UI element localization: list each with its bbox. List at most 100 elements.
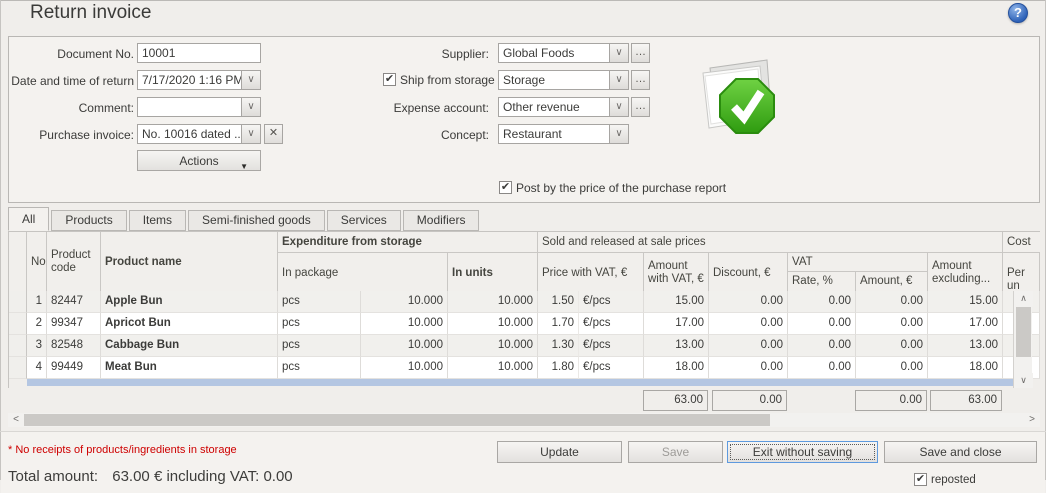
cell-amount-excluding[interactable]: 15.00 xyxy=(928,291,1003,313)
cell-code[interactable]: 82548 xyxy=(47,335,101,357)
scroll-up-icon[interactable]: ∧ xyxy=(1014,291,1033,306)
cell-amount-with-vat[interactable]: 13.00 xyxy=(644,335,709,357)
cell-package-qty[interactable]: 10.000 xyxy=(361,357,448,379)
document-no-input[interactable]: 10001 xyxy=(137,43,261,63)
cell-units[interactable]: 10.000 xyxy=(448,313,538,335)
supplier-combobox[interactable]: Global Foods ∨ xyxy=(498,43,629,63)
cell-vat-rate[interactable]: 0.00 xyxy=(788,291,856,313)
cell-discount[interactable]: 0.00 xyxy=(709,291,788,313)
cell-name[interactable]: Apricot Bun xyxy=(101,313,278,335)
cell-price[interactable]: 1.50 xyxy=(538,291,579,313)
cell-units[interactable]: 10.000 xyxy=(448,335,538,357)
cell-package-qty[interactable]: 10.000 xyxy=(361,313,448,335)
cell-discount[interactable]: 0.00 xyxy=(709,335,788,357)
chevron-down-icon[interactable]: ∨ xyxy=(609,71,628,89)
expense-account-combobox[interactable]: Other revenue ∨ xyxy=(498,97,629,117)
supplier-value[interactable]: Global Foods xyxy=(499,44,609,62)
cell-vat-rate[interactable]: 0.00 xyxy=(788,357,856,379)
chevron-down-icon[interactable]: ∨ xyxy=(241,98,260,116)
cell-vat-rate[interactable]: 0.00 xyxy=(788,335,856,357)
concept-value[interactable]: Restaurant xyxy=(499,125,609,143)
col-discount[interactable]: Discount, € xyxy=(709,253,788,291)
cell-name[interactable]: Meat Bun xyxy=(101,357,278,379)
ship-from-storage-checkbox[interactable]: ✔ xyxy=(383,73,396,86)
reposted-checkbox[interactable]: ✔ xyxy=(914,473,927,486)
cell-price-unit[interactable]: €/pcs xyxy=(579,313,644,335)
col-amount-with-vat[interactable]: Amount with VAT, € xyxy=(644,253,709,291)
cell-package-unit[interactable]: pcs xyxy=(278,313,361,335)
cell-amount-excluding[interactable]: 13.00 xyxy=(928,335,1003,357)
scroll-left-icon[interactable]: < xyxy=(8,413,24,427)
col-product-name[interactable]: Product name xyxy=(101,232,278,291)
update-button[interactable]: Update xyxy=(497,441,622,463)
post-by-price-checkbox[interactable]: ✔ xyxy=(499,181,512,194)
cell-price[interactable]: 1.30 xyxy=(538,335,579,357)
col-product-code[interactable]: Product code xyxy=(47,232,101,291)
chevron-down-icon[interactable]: ∨ xyxy=(609,44,628,62)
scroll-right-icon[interactable]: > xyxy=(1024,413,1040,427)
cell-package-unit[interactable]: pcs xyxy=(278,291,361,313)
cell-amount-with-vat[interactable]: 17.00 xyxy=(644,313,709,335)
tab-modifiers[interactable]: Modifiers xyxy=(403,210,480,231)
comment-combobox[interactable]: ∨ xyxy=(137,97,261,117)
cell-price-unit[interactable]: €/pcs xyxy=(579,291,644,313)
chevron-down-icon[interactable]: ∨ xyxy=(609,125,628,143)
cell-name[interactable]: Apple Bun xyxy=(101,291,278,313)
col-price-with-vat[interactable]: Price with VAT, € xyxy=(538,253,644,291)
cell-price[interactable]: 1.70 xyxy=(538,313,579,335)
chevron-down-icon[interactable]: ∨ xyxy=(241,71,260,89)
col-amount-excluding[interactable]: Amount excluding... xyxy=(928,253,1003,291)
col-vat-rate[interactable]: Rate, % xyxy=(788,272,856,291)
expense-account-browse-button[interactable]: … xyxy=(631,97,650,117)
chevron-down-icon[interactable]: ∨ xyxy=(609,98,628,116)
tab-items[interactable]: Items xyxy=(129,210,186,231)
storage-value[interactable]: Storage xyxy=(499,71,609,89)
scroll-down-icon[interactable]: ∨ xyxy=(1014,373,1033,388)
cell-code[interactable]: 82447 xyxy=(47,291,101,313)
purchase-invoice-clear-button[interactable]: ✕ xyxy=(264,124,283,144)
col-in-package[interactable]: In package xyxy=(278,253,448,291)
cell-discount[interactable]: 0.00 xyxy=(709,357,788,379)
cell-amount-with-vat[interactable]: 18.00 xyxy=(644,357,709,379)
save-and-close-button[interactable]: Save and close xyxy=(884,441,1037,463)
vertical-scrollbar[interactable]: ∧ ∨ xyxy=(1013,291,1032,388)
cell-price-unit[interactable]: €/pcs xyxy=(579,335,644,357)
tab-services[interactable]: Services xyxy=(327,210,401,231)
tab-products[interactable]: Products xyxy=(51,210,126,231)
tab-all[interactable]: All xyxy=(8,207,49,231)
cell-package-unit[interactable]: pcs xyxy=(278,335,361,357)
exit-without-saving-button[interactable]: Exit without saving xyxy=(727,441,878,463)
concept-combobox[interactable]: Restaurant ∨ xyxy=(498,124,629,144)
cell-amount-with-vat[interactable]: 15.00 xyxy=(644,291,709,313)
purchase-invoice-value[interactable]: No. 10016 dated ... xyxy=(138,125,241,143)
cell-package-qty[interactable]: 10.000 xyxy=(361,335,448,357)
expense-account-value[interactable]: Other revenue xyxy=(499,98,609,116)
table-row[interactable]: 3 82548 Cabbage Bun pcs 10.000 10.000 1.… xyxy=(9,335,1040,357)
chevron-down-icon[interactable]: ∨ xyxy=(241,125,260,143)
cell-code[interactable]: 99449 xyxy=(47,357,101,379)
cell-vat-amount[interactable]: 0.00 xyxy=(856,335,928,357)
cell-name[interactable]: Cabbage Bun xyxy=(101,335,278,357)
storage-browse-button[interactable]: … xyxy=(631,70,650,90)
cell-price-unit[interactable]: €/pcs xyxy=(579,357,644,379)
table-row[interactable]: 2 99347 Apricot Bun pcs 10.000 10.000 1.… xyxy=(9,313,1040,335)
cell-package-unit[interactable]: pcs xyxy=(278,357,361,379)
storage-combobox[interactable]: Storage ∨ xyxy=(498,70,629,90)
cell-vat-amount[interactable]: 0.00 xyxy=(856,357,928,379)
comment-value[interactable] xyxy=(138,98,241,116)
return-datetime-combobox[interactable]: 7/17/2020 1:16 PM ∨ xyxy=(137,70,261,90)
cell-code[interactable]: 99347 xyxy=(47,313,101,335)
supplier-browse-button[interactable]: … xyxy=(631,43,650,63)
cell-discount[interactable]: 0.00 xyxy=(709,313,788,335)
cell-vat-amount[interactable]: 0.00 xyxy=(856,313,928,335)
purchase-invoice-combobox[interactable]: No. 10016 dated ... ∨ xyxy=(137,124,261,144)
cell-amount-excluding[interactable]: 18.00 xyxy=(928,357,1003,379)
actions-button[interactable]: Actions ▼ xyxy=(137,150,261,171)
new-row-marker[interactable] xyxy=(27,379,1013,386)
help-icon[interactable]: ? xyxy=(1008,3,1028,23)
horizontal-scrollbar[interactable]: < > xyxy=(8,413,1040,427)
table-row[interactable]: 4 99449 Meat Bun pcs 10.000 10.000 1.80 … xyxy=(9,357,1040,379)
scrollbar-thumb[interactable] xyxy=(1016,307,1031,357)
cell-vat-rate[interactable]: 0.00 xyxy=(788,313,856,335)
cell-package-qty[interactable]: 10.000 xyxy=(361,291,448,313)
